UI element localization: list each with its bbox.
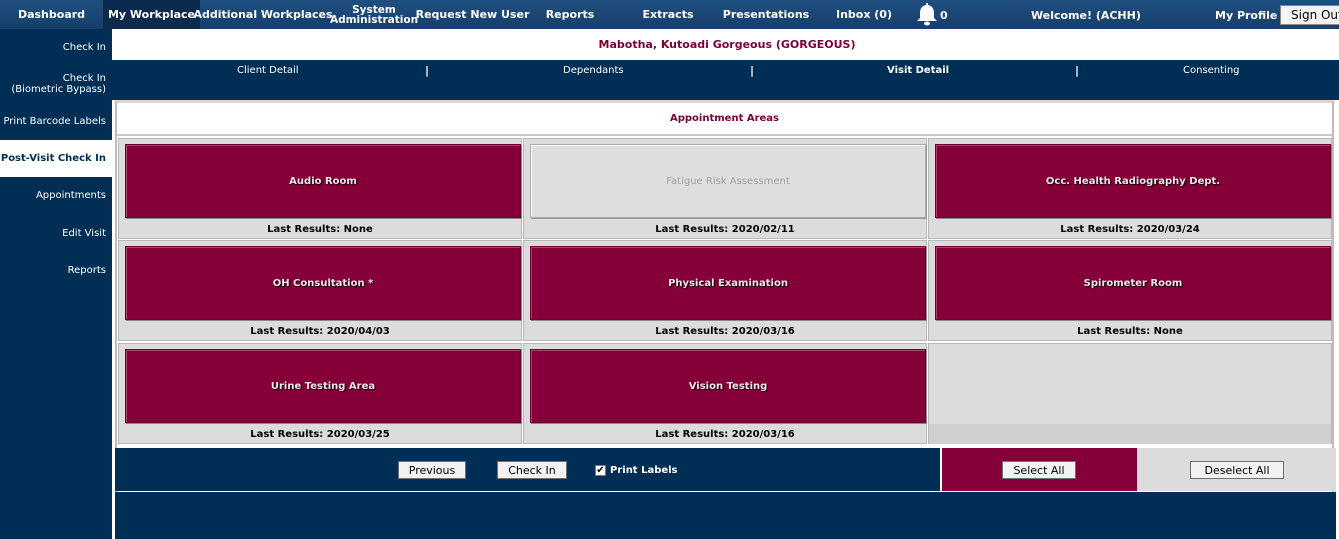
print-labels-option[interactable]: ✔ Print Labels [595, 465, 678, 476]
appointment-areas-title: Appointment Areas [117, 103, 1332, 136]
last-results: Last Results: 2020/03/16 [655, 428, 795, 440]
last-results: Last Results: None [1077, 325, 1183, 337]
nav-my-workplace[interactable]: My Workplace [103, 0, 200, 29]
client-name: Mabotha, Kutoadi Gorgeous (GORGEOUS) [115, 29, 1339, 60]
last-results: Last Results: 2020/03/25 [250, 428, 390, 440]
nav-presentations[interactable]: Presentations [723, 0, 809, 29]
empty-appointment-cell [928, 343, 1332, 444]
client-subnav: Client Detail | Dependants | Visit Detai… [112, 60, 1339, 100]
last-results: Last Results: 2020/04/03 [250, 325, 390, 337]
sidebar: Check In Check In (Biometric Bypass) Pri… [0, 29, 112, 539]
notification-count: 0 [940, 9, 948, 22]
nav-additional-workplaces[interactable]: Additional Workplaces [193, 0, 332, 29]
check-in-button[interactable]: Check In [497, 461, 567, 479]
top-nav: Dashboard My Workplace Additional Workpl… [0, 0, 1339, 29]
appointment-cell: OH Consultation * Last Results: 2020/04/… [118, 240, 522, 341]
footer-bar [115, 492, 1336, 539]
last-results: Last Results: None [267, 223, 373, 235]
empty-strip [929, 424, 1331, 444]
appointment-cell: Occ. Health Radiography Dept. Last Resul… [928, 138, 1332, 239]
area-physical-examination-button[interactable]: Physical Examination [530, 246, 926, 320]
action-bar: Previous Check In ✔ Print Labels Select … [115, 448, 1336, 491]
last-results: Last Results: 2020/03/16 [655, 325, 795, 337]
sidebar-item-print-barcode-labels[interactable]: Print Barcode Labels [0, 116, 112, 127]
area-vision-testing-button[interactable]: Vision Testing [530, 349, 926, 423]
appointment-cell: Urine Testing Area Last Results: 2020/03… [118, 343, 522, 444]
tab-client-detail[interactable]: Client Detail [237, 65, 299, 76]
print-labels-checkbox[interactable]: ✔ [595, 465, 606, 476]
sidebar-item-check-in-biometric-bypass[interactable]: Check In (Biometric Bypass) [0, 73, 112, 95]
last-results: Last Results: 2020/03/24 [1060, 223, 1200, 235]
area-oh-consultation-button[interactable]: OH Consultation * [125, 246, 521, 320]
nav-system-administration[interactable]: System Administration [330, 0, 418, 29]
last-results: Last Results: 2020/02/11 [655, 223, 795, 235]
appointment-cell: Audio Room Last Results: None [118, 138, 522, 239]
my-profile-link[interactable]: My Profile [1215, 9, 1277, 22]
area-fatigue-risk-assessment-button[interactable]: Fatigue Risk Assessment [530, 144, 926, 218]
tab-separator: | [425, 64, 430, 77]
nav-dashboard[interactable]: Dashboard [0, 0, 103, 29]
welcome-text: Welcome! (ACHH) [1031, 9, 1141, 22]
tab-separator: | [1075, 64, 1080, 77]
print-labels-label: Print Labels [610, 465, 678, 476]
bell-icon[interactable] [913, 2, 941, 27]
sign-out-button[interactable]: Sign Out [1280, 5, 1339, 25]
sidebar-item-edit-visit[interactable]: Edit Visit [0, 228, 112, 239]
area-spirometer-room-button[interactable]: Spirometer Room [935, 246, 1331, 320]
tab-visit-detail[interactable]: Visit Detail [887, 65, 949, 76]
action-bar-deselect: Deselect All [1137, 448, 1336, 491]
sidebar-item-post-visit-check-in[interactable]: Post-Visit Check In [0, 140, 112, 177]
area-occ-health-radiography-button[interactable]: Occ. Health Radiography Dept. [935, 144, 1331, 218]
action-bar-select: Select All [942, 448, 1137, 491]
tab-dependants[interactable]: Dependants [563, 65, 624, 76]
sidebar-item-check-in[interactable]: Check In [0, 42, 112, 53]
appointment-cell: Fatigue Risk Assessment Last Results: 20… [523, 138, 927, 239]
action-bar-left: Previous Check In ✔ Print Labels [115, 448, 940, 491]
nav-extracts[interactable]: Extracts [640, 0, 696, 29]
nav-reports[interactable]: Reports [540, 0, 600, 29]
sidebar-item-reports[interactable]: Reports [0, 265, 112, 276]
tab-consenting[interactable]: Consenting [1183, 65, 1240, 76]
appointment-cell: Physical Examination Last Results: 2020/… [523, 240, 927, 341]
appointment-cell: Spirometer Room Last Results: None [928, 240, 1332, 341]
nav-request-new-user[interactable]: Request New User [416, 0, 530, 29]
appointment-cell: Vision Testing Last Results: 2020/03/16 [523, 343, 927, 444]
sidebar-item-appointments[interactable]: Appointments [0, 190, 112, 201]
nav-inbox[interactable]: Inbox (0) [834, 0, 894, 29]
deselect-all-button[interactable]: Deselect All [1190, 461, 1284, 479]
area-audio-room-button[interactable]: Audio Room [125, 144, 521, 218]
previous-button[interactable]: Previous [398, 461, 466, 479]
tab-separator: | [750, 64, 755, 77]
select-all-button[interactable]: Select All [1002, 461, 1076, 479]
area-urine-testing-button[interactable]: Urine Testing Area [125, 349, 521, 423]
